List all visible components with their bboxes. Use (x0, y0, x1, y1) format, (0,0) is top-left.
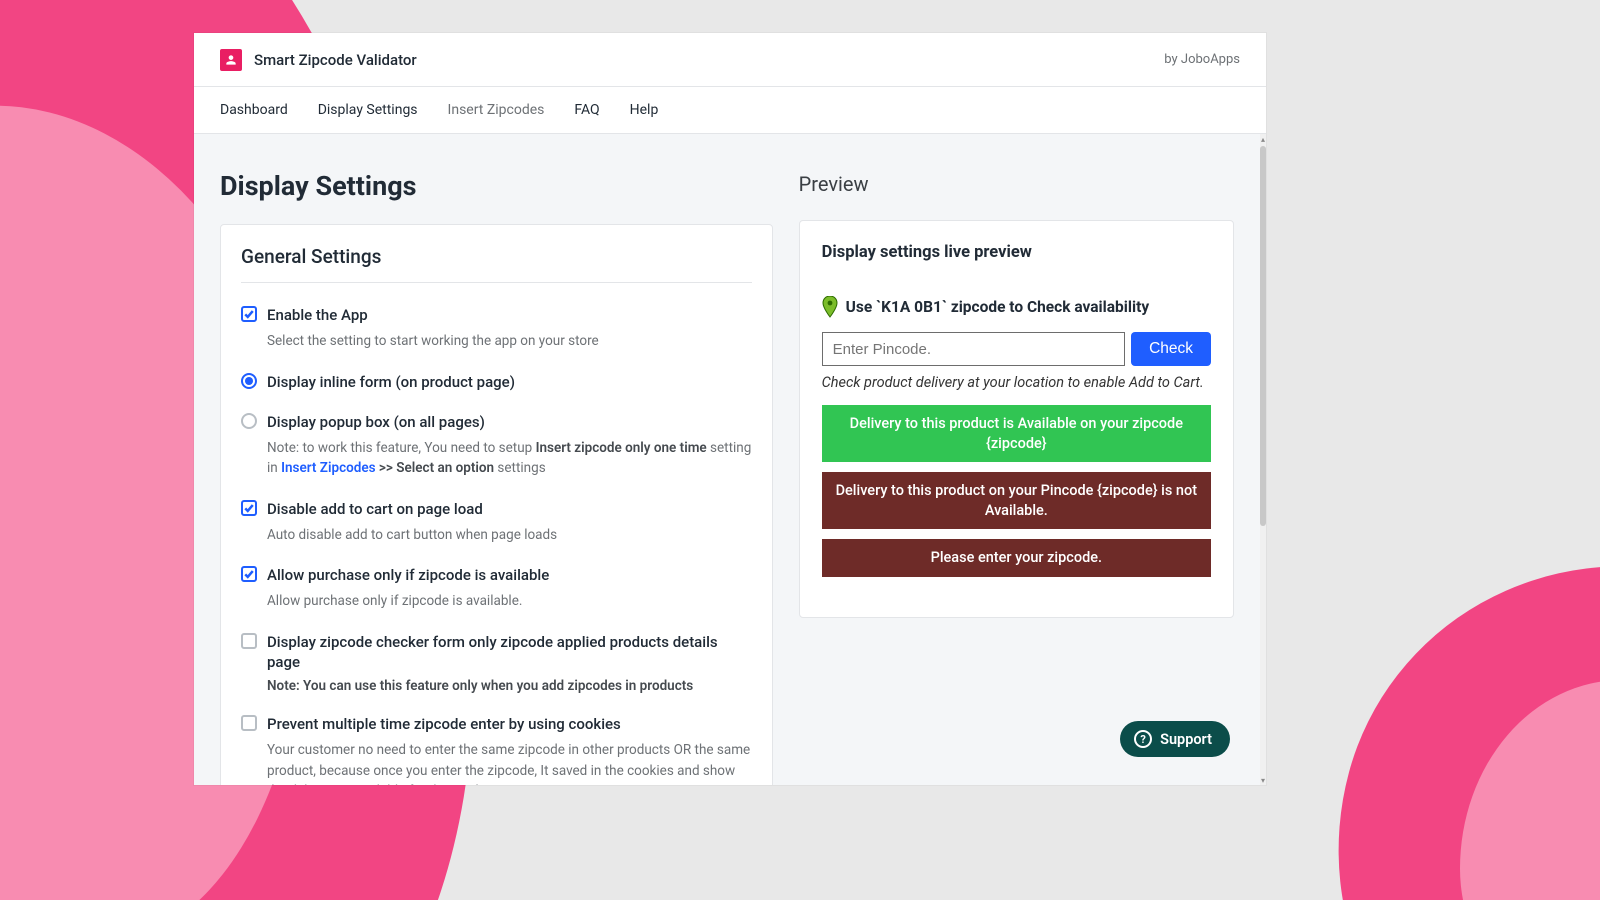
preview-heading: Display settings live preview (822, 243, 1211, 262)
radio-display-inline[interactable] (241, 373, 257, 389)
scrollbar-thumb[interactable] (1260, 146, 1266, 526)
setting-label: Enable the App (267, 305, 599, 325)
setting-only-applied-products: Display zipcode checker form only zipcod… (241, 632, 752, 695)
preview-subtext: Check product delivery at your location … (822, 374, 1211, 391)
setting-disable-cart: Disable add to cart on page load Auto di… (241, 499, 752, 546)
app-frame: Smart Zipcode Validator by JoboApps Dash… (194, 33, 1266, 785)
pincode-input[interactable] (822, 332, 1125, 366)
nav-help[interactable]: Help (630, 102, 659, 118)
checkbox-allow-purchase[interactable] (241, 566, 257, 582)
brand-logo-icon (220, 49, 242, 71)
support-button[interactable]: ? Support (1120, 721, 1230, 757)
preview-card: Display settings live preview Use `K1A 0… (799, 220, 1234, 618)
scroll-up-icon[interactable]: ▴ (1260, 134, 1266, 144)
setting-desc: Allow purchase only if zipcode is availa… (267, 591, 549, 611)
preview-title: Preview (799, 172, 1234, 196)
checkbox-disable-cart[interactable] (241, 500, 257, 516)
preview-msg-available: Delivery to this product is Available on… (822, 405, 1211, 462)
setting-desc: Auto disable add to cart button when pag… (267, 525, 557, 545)
nav-faq[interactable]: FAQ (574, 102, 599, 118)
setting-label: Display zipcode checker form only zipcod… (267, 632, 752, 673)
content-scroll: Display Settings General Settings Enable… (194, 134, 1260, 785)
scroll-down-icon[interactable]: ▾ (1260, 775, 1266, 785)
help-icon: ? (1134, 730, 1152, 748)
setting-label: Display popup box (on all pages) (267, 412, 752, 432)
setting-label: Prevent multiple time zipcode enter by u… (267, 714, 752, 734)
setting-prevent-multiple: Prevent multiple time zipcode enter by u… (241, 714, 752, 785)
brand: Smart Zipcode Validator (220, 49, 417, 71)
setting-display-popup: Display popup box (on all pages) Note: t… (241, 412, 752, 479)
setting-display-inline: Display inline form (on product page) (241, 372, 752, 392)
radio-display-popup[interactable] (241, 413, 257, 429)
support-label: Support (1160, 731, 1212, 748)
preview-msg-not-available: Delivery to this product on your Pincode… (822, 472, 1211, 529)
app-title: Smart Zipcode Validator (254, 51, 417, 69)
page-title: Display Settings (220, 170, 773, 202)
app-header: Smart Zipcode Validator by JoboApps (194, 33, 1266, 87)
setting-label: Disable add to cart on page load (267, 499, 557, 519)
attribution: by JoboApps (1164, 52, 1240, 67)
setting-desc: Your customer no need to enter the same … (267, 740, 752, 785)
setting-enable-app: Enable the App Select the setting to sta… (241, 305, 752, 352)
setting-desc: Note: to work this feature, You need to … (267, 438, 752, 479)
general-settings-heading: General Settings (241, 245, 752, 283)
check-button[interactable]: Check (1131, 332, 1211, 366)
nav-insert-zipcodes[interactable]: Insert Zipcodes (448, 102, 545, 118)
general-settings-card: General Settings Enable the App Select t… (220, 224, 773, 785)
checkbox-prevent-multiple[interactable] (241, 715, 257, 731)
scrollbar[interactable]: ▴ ▾ (1260, 134, 1266, 785)
insert-zipcodes-link[interactable]: Insert Zipcodes (281, 460, 375, 476)
setting-allow-purchase: Allow purchase only if zipcode is availa… (241, 565, 752, 612)
setting-label: Allow purchase only if zipcode is availa… (267, 565, 549, 585)
main-nav: Dashboard Display Settings Insert Zipcod… (194, 87, 1266, 134)
setting-note: Note: You can use this feature only when… (267, 678, 752, 694)
nav-display-settings[interactable]: Display Settings (318, 102, 418, 118)
preview-hint: Use `K1A 0B1` zipcode to Check availabil… (822, 296, 1211, 318)
checkbox-only-applied-products[interactable] (241, 633, 257, 649)
map-pin-icon (822, 296, 838, 318)
nav-dashboard[interactable]: Dashboard (220, 102, 288, 118)
checkbox-enable-app[interactable] (241, 306, 257, 322)
preview-msg-empty: Please enter your zipcode. (822, 539, 1211, 577)
setting-label: Display inline form (on product page) (267, 372, 515, 392)
setting-desc: Select the setting to start working the … (267, 331, 599, 351)
